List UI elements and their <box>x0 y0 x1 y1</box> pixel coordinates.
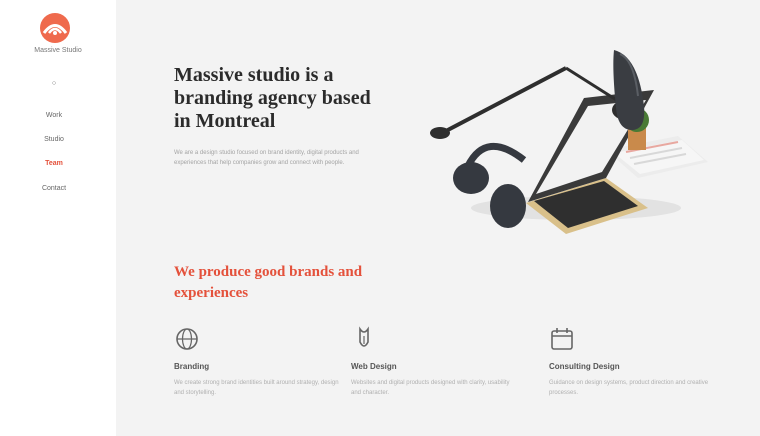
nav-item-work[interactable]: Work <box>0 112 108 119</box>
nav-item-contact[interactable]: Contact <box>0 185 108 192</box>
service-name: Web Design <box>351 362 397 371</box>
sidebar: Massive Studio ○ Work Studio Team Contac… <box>0 0 116 436</box>
service-description: Guidance on design systems, product dire… <box>549 380 709 396</box>
pen-icon <box>359 326 369 347</box>
brand-name: Massive Studio <box>34 47 82 54</box>
tagline: We produce good brands and experiences <box>174 264 363 301</box>
home-icon: ○ <box>51 80 57 87</box>
service-consulting: Consulting Design Guidance on design sys… <box>549 326 714 398</box>
nav-item-home[interactable]: ○ <box>0 80 108 87</box>
globe-icon <box>176 328 198 350</box>
brand-logo[interactable] <box>39 12 71 44</box>
nav-item-team[interactable]: Team <box>0 160 108 167</box>
service-description: Websites and digital products designed w… <box>351 380 510 396</box>
calendar-icon <box>551 328 573 350</box>
service-name: Branding <box>174 362 210 371</box>
service-description: We create strong brand identities built … <box>174 380 339 396</box>
hero-illustration <box>430 50 708 234</box>
hero-description: We are a design studio focused on brand … <box>174 150 359 166</box>
main-content: Massive studio is a branding agency base… <box>116 0 760 436</box>
nav-item-studio[interactable]: Studio <box>0 136 108 143</box>
service-branding: Branding We create strong brand identiti… <box>174 326 339 398</box>
hero-title: Massive studio is a branding agency base… <box>174 64 371 132</box>
service-web-design: Web Design Websites and digital products… <box>351 326 516 398</box>
service-name: Consulting Design <box>549 362 620 371</box>
